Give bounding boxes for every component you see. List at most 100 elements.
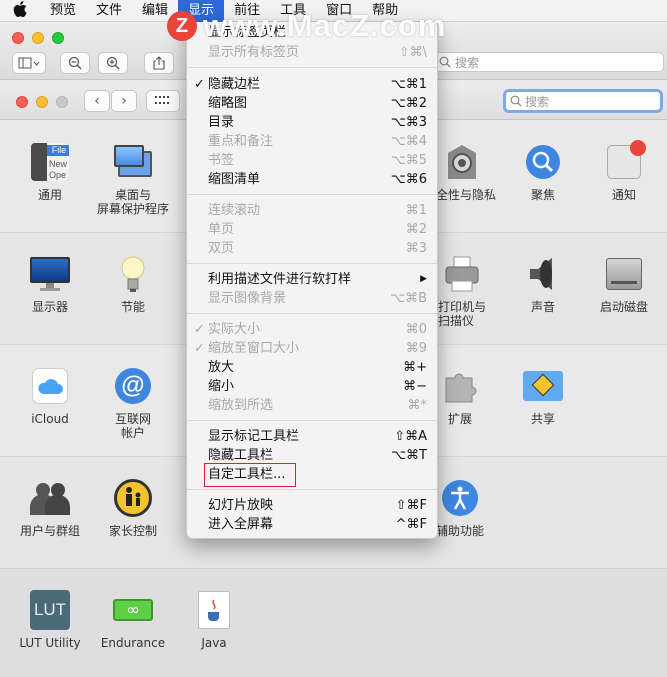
- pref-lut-utility-label: LUT Utility: [19, 636, 81, 650]
- zoom-in-icon: [106, 56, 120, 70]
- pref-general-label: 通用: [37, 188, 62, 202]
- pref-java[interactable]: Java: [172, 590, 256, 650]
- pref-energy[interactable]: 节能: [91, 254, 175, 314]
- menu-item-shortcut: ⌥⌘2: [390, 96, 427, 111]
- prefs-minimize-button[interactable]: [36, 96, 48, 108]
- back-button[interactable]: ‹: [84, 90, 110, 112]
- menu-item-zoom-out[interactable]: 缩小 ⌘−: [187, 377, 437, 396]
- menu-item-shortcut: ⌥⌘5: [390, 153, 427, 168]
- menu-item-show-all-tabs[interactable]: 显示所有标签页 ⇧⌘\: [187, 43, 437, 62]
- pref-endurance[interactable]: ∞ Endurance: [91, 590, 175, 650]
- users-icon: [30, 478, 70, 518]
- accessibility-icon: [440, 478, 480, 518]
- pref-desktop-label: 桌面与 屏幕保护程序: [96, 188, 169, 216]
- pref-icloud-label: iCloud: [31, 412, 69, 426]
- pref-notifications[interactable]: 通知: [582, 140, 666, 202]
- menu-item-zoom-in[interactable]: 放大 ⌘+: [187, 358, 437, 377]
- sidebar-toggle-button[interactable]: [12, 52, 46, 74]
- menu-item-continuous-scroll[interactable]: 连续滚动 ⌘1: [187, 201, 437, 220]
- search-icon: [510, 95, 522, 107]
- menu-item-shortcut: ⌘1: [405, 203, 427, 218]
- desktop-icon: [113, 142, 153, 182]
- menu-item-shortcut: ⌥⌘T: [391, 448, 427, 463]
- menu-item-table-of-contents[interactable]: 目录 ⌥⌘3: [187, 113, 437, 132]
- notification-icon: [604, 140, 646, 182]
- menu-item-shortcut: ⌥⌘4: [390, 134, 427, 149]
- show-all-button[interactable]: [146, 90, 180, 112]
- menu-item-thumbnails[interactable]: 缩略图 ⌥⌘2: [187, 94, 437, 113]
- menu-item-label: 缩小: [208, 379, 235, 394]
- menu-item-label: 缩图清单: [208, 172, 261, 187]
- menu-item-single-page[interactable]: 单页 ⌘2: [187, 220, 437, 239]
- pref-parental-controls-label: 家长控制: [108, 524, 157, 538]
- menu-item-zoom-to-selection[interactable]: 缩放到所选 ⌘*: [187, 396, 437, 415]
- chevron-right-icon: ›: [121, 93, 127, 109]
- pref-endurance-label: Endurance: [100, 636, 166, 650]
- menu-item-shortcut: ^⌘F: [395, 517, 427, 532]
- menu-file[interactable]: 文件: [86, 0, 132, 22]
- lut-icon: LUT: [30, 590, 70, 630]
- prefs-search-input[interactable]: 搜索: [503, 89, 663, 113]
- annotation-highlight-box: [204, 463, 296, 487]
- sidebar-icon: [18, 57, 40, 69]
- menu-item-zoom-to-fit[interactable]: ✓ 缩放至窗口大小 ⌘9: [187, 339, 437, 358]
- pref-displays[interactable]: 显示器: [8, 254, 92, 314]
- menu-item-shortcut: ⌘+: [403, 360, 427, 375]
- menu-item-bookmarks[interactable]: 书签 ⌥⌘5: [187, 151, 437, 170]
- menu-separator: [187, 313, 437, 314]
- share-folder-icon: [523, 366, 563, 406]
- menu-preview[interactable]: 预览: [40, 0, 86, 22]
- menu-item-actual-size[interactable]: ✓ 实际大小 ⌘0: [187, 320, 437, 339]
- grid-icon: [155, 96, 169, 104]
- preview-search-placeholder: 搜索: [455, 55, 480, 70]
- menu-item-contact-sheet[interactable]: 缩图清单 ⌥⌘6: [187, 170, 437, 189]
- pref-startup-disk[interactable]: 启动磁盘: [582, 254, 666, 314]
- menu-item-label: 连续滚动: [208, 203, 261, 218]
- pref-parental-controls[interactable]: 家长控制: [91, 478, 175, 538]
- pref-internet-accounts-label: 互联网 帐户: [114, 412, 151, 440]
- menu-item-shortcut: ⌥⌘6: [390, 172, 427, 187]
- menu-item-highlights-notes[interactable]: 重点和备注 ⌥⌘4: [187, 132, 437, 151]
- pref-desktop[interactable]: 桌面与 屏幕保护程序: [91, 142, 175, 216]
- pref-internet-accounts[interactable]: @ 互联网 帐户: [91, 366, 175, 440]
- menu-item-enter-full-screen[interactable]: 进入全屏幕 ^⌘F: [187, 515, 437, 534]
- zoom-in-button[interactable]: [98, 52, 128, 74]
- menu-item-slideshow[interactable]: 幻灯片放映 ⇧⌘F: [187, 496, 437, 515]
- pref-sharing[interactable]: 共享: [501, 366, 585, 426]
- pref-spotlight-label: 聚焦: [530, 188, 555, 202]
- menu-item-two-pages[interactable]: 双页 ⌘3: [187, 239, 437, 258]
- menu-item-label: 利用描述文件进行软打样: [208, 272, 352, 287]
- preview-search-input[interactable]: 搜索: [432, 52, 664, 72]
- forward-button[interactable]: ›: [111, 90, 137, 112]
- menu-item-label: 显示标记工具栏: [208, 429, 300, 444]
- pref-spotlight[interactable]: 聚焦: [501, 142, 585, 202]
- pref-sound[interactable]: 声音: [501, 254, 585, 314]
- pref-lut-utility[interactable]: LUT LUT Utility: [8, 590, 92, 650]
- menu-item-show-image-background[interactable]: 显示图像背景 ⌥⌘B: [187, 289, 437, 308]
- minimize-window-button[interactable]: [32, 32, 44, 44]
- zoom-out-button[interactable]: [60, 52, 90, 74]
- menu-item-shortcut: ⇧⌘A: [394, 429, 427, 444]
- chevron-left-icon: ‹: [94, 93, 100, 109]
- menu-item-hide-sidebar[interactable]: ✓ 隐藏边栏 ⌥⌘1: [187, 75, 437, 94]
- pref-users[interactable]: 用户与群组: [8, 478, 92, 538]
- menu-item-label: 显示所有标签页: [208, 45, 300, 60]
- menu-item-show-markup-toolbar[interactable]: 显示标记工具栏 ⇧⌘A: [187, 427, 437, 446]
- at-icon: @: [113, 366, 153, 406]
- prefs-zoom-button[interactable]: [56, 96, 68, 108]
- menu-item-shortcut: ⌘*: [407, 398, 428, 413]
- menu-item-soft-proof[interactable]: 利用描述文件进行软打样 ▶: [187, 270, 437, 289]
- close-window-button[interactable]: [12, 32, 24, 44]
- menu-item-shortcut: ⌥⌘3: [390, 115, 427, 130]
- zoom-window-button[interactable]: [52, 32, 64, 44]
- disk-icon: [604, 254, 644, 294]
- apple-menu[interactable]: [0, 0, 40, 21]
- share-button[interactable]: [144, 52, 174, 74]
- menu-item-label: 隐藏边栏: [208, 77, 261, 92]
- zoom-out-icon: [68, 56, 82, 70]
- pref-icloud[interactable]: iCloud: [8, 366, 92, 426]
- pref-general[interactable]: File New Ope 通用: [8, 142, 92, 202]
- prefs-close-button[interactable]: [16, 96, 28, 108]
- prefs-search-placeholder: 搜索: [525, 94, 550, 109]
- menu-item-shortcut: ⌘0: [405, 322, 427, 337]
